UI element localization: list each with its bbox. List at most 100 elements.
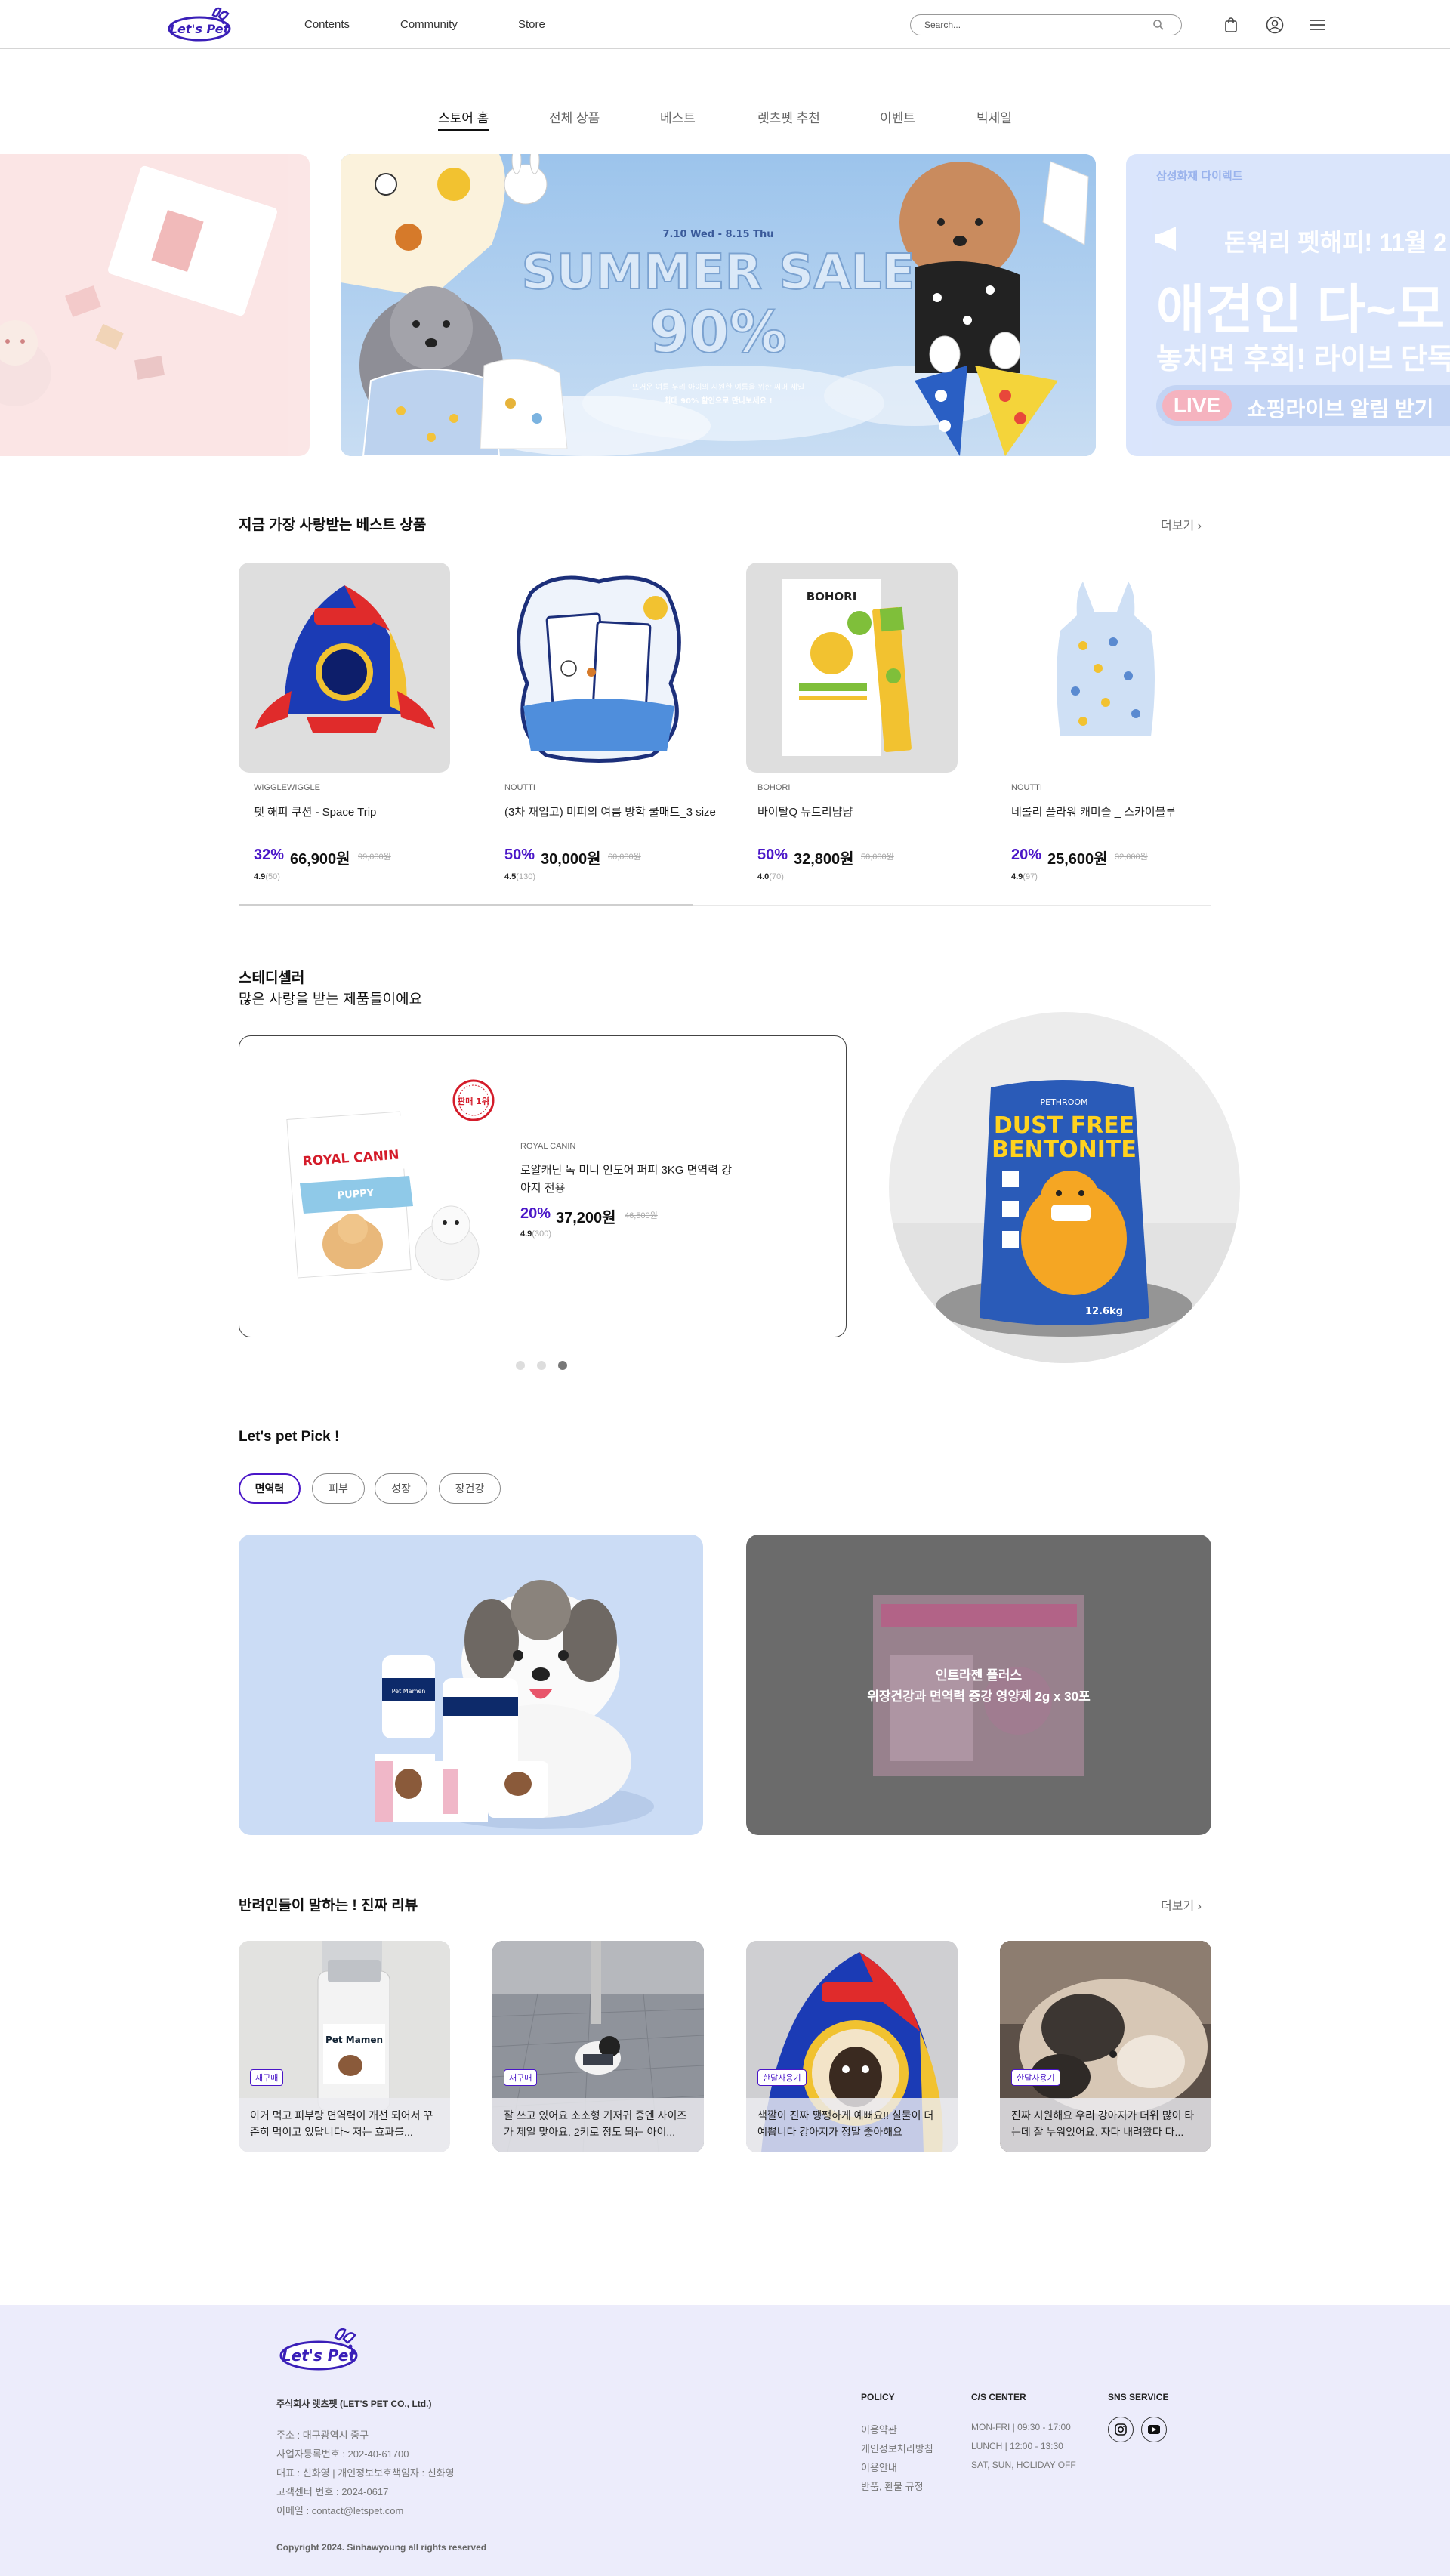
menu-icon[interactable] (1305, 12, 1331, 38)
product-name[interactable]: 펫 해피 쿠션 - Space Trip (254, 804, 465, 821)
footer-address: 주소 : 대구광역시 중구 (276, 2429, 369, 2441)
banner-percent: 90% (649, 298, 787, 366)
best-scroll-thumb[interactable] (239, 904, 693, 906)
product-name[interactable]: 바이탈Q 뉴트리냠냠 (757, 804, 969, 821)
instagram-icon[interactable] (1108, 2417, 1134, 2442)
tab-big-sale[interactable]: 빅세일 (976, 107, 1012, 126)
carousel-dot-active[interactable] (558, 1361, 567, 1370)
live-text: 쇼핑라이브 알림 받기 (1247, 397, 1434, 421)
banner-next[interactable]: 삼성화재 다이렉트 돈워리 펫해피! 11월 2 애견인 다~모 놓치면 후회!… (1126, 154, 1450, 456)
steady-title: 스테디셀러 (239, 970, 305, 986)
steady-discount: 20% (520, 1205, 551, 1222)
tab-store-home[interactable]: 스토어 홈 (438, 107, 489, 131)
footer-copyright: Copyright 2024. Sinhawyoung all rights r… (276, 2542, 487, 2553)
carousel-dot[interactable] (516, 1361, 525, 1370)
steady-side-product[interactable]: PETHROOM DUST FREE BENTONITE 12.6kg (889, 1012, 1240, 1363)
steady-brand: ROYAL CANIN (520, 1142, 576, 1151)
logo[interactable]: Let's Pet (166, 5, 236, 44)
product-price: 30,000원 (541, 851, 601, 868)
chevron-right-icon: › (1197, 520, 1202, 532)
product-image[interactable] (493, 563, 705, 773)
chip-gut-health[interactable]: 장건강 (439, 1473, 501, 1504)
product-price: 66,900원 (290, 851, 350, 868)
live-pill: LIVE 쇼핑라이브 알림 받기 (1156, 385, 1450, 426)
product-brand: WIGGLEWIGGLE (254, 783, 321, 792)
pick-card-right-art (873, 1595, 1084, 1776)
chip-skin[interactable]: 피부 (312, 1473, 365, 1504)
product-price: 32,800원 (794, 851, 854, 868)
steady-rating: 4.9(300) (520, 1229, 551, 1239)
pick-card-left[interactable]: Pet Mamen (239, 1535, 703, 1835)
review-text: 진짜 시원해요 우리 강아지가 더위 많이 타는데 잘 누워있어요. 자다 내려… (1000, 2098, 1211, 2152)
product-original-price: 60,000원 (608, 853, 641, 862)
tab-all-products[interactable]: 전체 상품 (549, 107, 600, 126)
product-rating: 4.5(130) (504, 872, 535, 881)
best-scroll-track[interactable] (239, 904, 1211, 906)
product-discount: 32% (254, 847, 285, 863)
footer-logo[interactable]: Let's Pet (276, 2324, 366, 2372)
user-icon[interactable] (1262, 12, 1288, 38)
steady-product-name[interactable]: 로얄캐닌 독 미니 인도어 퍼피 3KG 면역력 강아지 전용 (520, 1162, 739, 1198)
nav-community[interactable]: Community (400, 18, 458, 31)
pick-overlay-title: 인트라젠 플러스 (935, 1668, 1023, 1683)
cart-icon[interactable] (1218, 12, 1244, 38)
youtube-icon[interactable] (1141, 2417, 1167, 2442)
product-image[interactable]: BOHORI (746, 563, 958, 773)
review-card[interactable]: 한달사용기 진짜 시원해요 우리 강아지가 더위 많이 타는데 잘 누워있어요.… (1000, 1941, 1211, 2152)
footer: Let's Pet 주식회사 렛츠펫 (LET'S PET CO., Ltd.)… (0, 2305, 1450, 2576)
svg-text:Pet Mamen: Pet Mamen (325, 2035, 383, 2045)
banner-desc-1: 뜨거운 여름 우리 아이의 시원한 여름을 위한 써머 세일 (632, 382, 804, 392)
policy-terms-link[interactable]: 이용약관 (861, 2422, 897, 2436)
product-brand: NOUTTI (1011, 783, 1042, 792)
site-header: Let's Pet Contents Community Store (0, 0, 1450, 49)
carousel-dot[interactable] (537, 1361, 546, 1370)
sns-heading: SNS SERVICE (1108, 2392, 1169, 2402)
tab-event[interactable]: 이벤트 (880, 107, 915, 126)
policy-refund-link[interactable]: 반품, 환불 규정 (861, 2479, 924, 2493)
banner-desc-2: 최대 90% 할인으로 만나보세요 ! (664, 396, 773, 406)
steady-subtitle: 많은 사랑을 받는 제품들이에요 (239, 992, 423, 1007)
chip-growth[interactable]: 성장 (375, 1473, 427, 1504)
product-original-price: 32,000원 (1115, 853, 1148, 862)
review-card[interactable]: 재구매 잘 쓰고 있어요 소소형 기저귀 중엔 사이즈가 제일 맞아요. 2키로… (492, 1941, 704, 2152)
search-icon[interactable] (1152, 19, 1165, 31)
banner-summer-sale[interactable]: 7.10 Wed - 8.15 Thu SUMMER SALE 90% 뜨거운 … (341, 154, 1096, 456)
product-name[interactable]: 네롤리 플라워 캐미솔 _ 스카이블루 (1011, 804, 1223, 821)
product-discount: 50% (504, 847, 535, 863)
svg-text:BENTONITE: BENTONITE (992, 1137, 1137, 1163)
svg-text:Pet Mamen: Pet Mamen (392, 1688, 426, 1695)
best-more-link[interactable]: 더보기 › (1161, 515, 1202, 533)
svg-text:PETHROOM: PETHROOM (1040, 1097, 1088, 1107)
product-image[interactable] (1000, 563, 1211, 773)
banner-prev[interactable] (0, 154, 310, 456)
live-badge: LIVE (1162, 390, 1232, 421)
product-name[interactable]: (3차 재입고) 미피의 여름 방학 쿨매트_3 size (504, 804, 716, 821)
tab-best[interactable]: 베스트 (660, 107, 696, 126)
product-rating: 4.9(50) (254, 872, 280, 881)
pick-card-right[interactable]: 인트라젠 플러스 위장건강과 면역력 증강 영양제 2g x 30포 (746, 1535, 1211, 1835)
review-badge: 한달사용기 (1011, 2069, 1060, 2086)
banner-next-line2: 애견인 다~모 (1156, 280, 1445, 339)
svg-text:Let's Pet: Let's Pet (282, 2346, 357, 2365)
steady-card[interactable]: ROYAL CANIN PUPPY 판매 1위 ROYAL CANIN 로얄캐닌… (239, 1035, 847, 1337)
policy-privacy-link[interactable]: 개인정보처리방침 (861, 2441, 933, 2455)
chip-immunity[interactable]: 면역력 (239, 1473, 301, 1504)
review-card[interactable]: 한달사용기 색깔이 진짜 쨍쨍하게 예뻐요!! 실물이 더 예쁩니다 강아지가 … (746, 1941, 958, 2152)
review-card[interactable]: Pet Mamen 재구매 이거 먹고 피부랑 면역력이 개선 되어서 꾸준히 … (239, 1941, 450, 2152)
product-discount: 50% (757, 847, 788, 863)
search-box[interactable] (910, 14, 1182, 35)
cs-lunch: LUNCH | 12:00 - 13:30 (971, 2441, 1063, 2451)
nav-contents[interactable]: Contents (304, 18, 350, 31)
review-more-link[interactable]: 더보기 › (1161, 1896, 1202, 1914)
nav-store[interactable]: Store (518, 18, 545, 31)
review-text: 잘 쓰고 있어요 소소형 기저귀 중엔 사이즈가 제일 맞아요. 2키로 정도 … (492, 2098, 704, 2152)
search-input[interactable] (924, 18, 1151, 32)
policy-heading: POLICY (861, 2392, 895, 2402)
footer-cs-number: 고객센터 번호 : 2024-0617 (276, 2486, 389, 2497)
banner-next-tag: 삼성화재 다이렉트 (1156, 170, 1243, 183)
tab-recommend[interactable]: 렛츠펫 추천 (757, 107, 820, 126)
product-discount: 20% (1011, 847, 1042, 863)
review-text: 이거 먹고 피부랑 면역력이 개선 되어서 꾸준히 먹이고 있답니다~ 저는 효… (239, 2098, 450, 2152)
product-image[interactable] (239, 563, 450, 773)
policy-guide-link[interactable]: 이용안내 (861, 2460, 897, 2474)
